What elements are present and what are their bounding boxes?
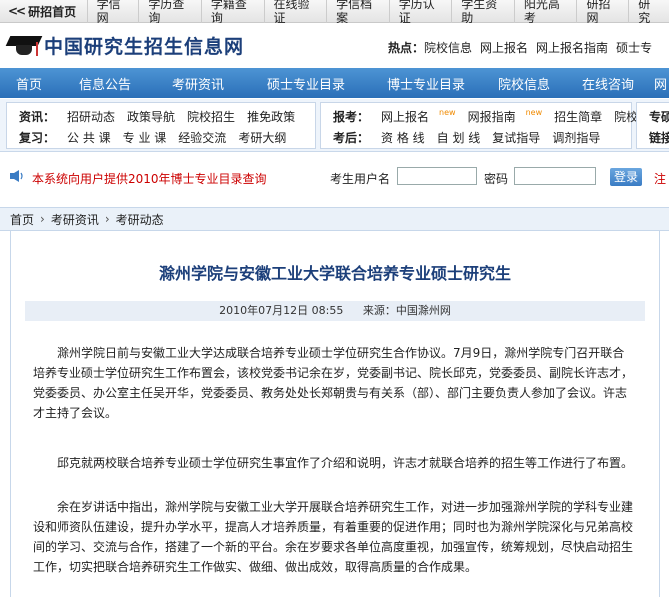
sub-nav-row: 复习： 公 共 课专 业 课经验交流 考研大纲: [19, 129, 298, 146]
top-link-archive[interactable]: 学信档案: [326, 0, 389, 25]
home-link-label: 研招首页: [28, 4, 77, 19]
nav-school-info[interactable]: 院校信息: [484, 74, 564, 93]
hot-link-register-guide[interactable]: 网上报名指南: [536, 41, 608, 55]
top-link-degree-query[interactable]: 学历查询: [138, 0, 201, 25]
sub-link-transfer-guide[interactable]: 调剂指导: [552, 131, 600, 145]
nav-more[interactable]: 网: [652, 74, 669, 93]
top-link-research[interactable]: 研究: [628, 0, 669, 25]
sub-nav-label-news: 资讯：: [19, 110, 56, 124]
site-header: 中国研究生招生信息网 热点：院校信息 网上报名 网上报名指南 硕士专: [0, 23, 669, 68]
sub-link-major-course[interactable]: 专 业 课: [123, 131, 167, 145]
sub-nav-label-links[interactable]: 链接: [649, 131, 669, 145]
breadcrumb: 首页 › 考研资讯 › 考研动态: [0, 207, 669, 231]
login-button[interactable]: 登录: [610, 168, 642, 186]
sub-nav-extra-box: 专硕 链接: [636, 102, 669, 149]
sub-nav-label-after-exam: 考后：: [333, 131, 370, 145]
sub-nav-row: 链接: [649, 129, 669, 146]
hot-links: 热点：院校信息 网上报名 网上报名指南 硕士专: [388, 39, 660, 56]
breadcrumb-exam-news[interactable]: 考研资讯: [51, 211, 99, 228]
sub-link-brochure[interactable]: 招生简章: [554, 110, 602, 124]
hot-link-online-register[interactable]: 网上报名: [480, 41, 528, 55]
breadcrumb-home[interactable]: 首页: [10, 211, 34, 228]
sub-nav-label-apply: 报考：: [333, 110, 370, 124]
article-meta: 2010年07月12日 08:55 来源：中国滁州网: [25, 301, 645, 321]
sub-nav-row: 报考：网上报名new网报指南new招生简章院校政策: [333, 108, 669, 125]
top-link-xuexin[interactable]: 学信网: [86, 0, 139, 25]
sub-link-online-register-label: 网上报名: [381, 110, 430, 124]
username-input[interactable]: [397, 167, 477, 185]
sub-link-experience[interactable]: 经验交流: [178, 131, 226, 145]
username-label: 考生用户名: [330, 172, 391, 186]
notice-link[interactable]: 本系统向用户提供2010年博士专业目录查询: [32, 170, 267, 187]
nav-exam-news[interactable]: 考研资讯: [152, 74, 244, 93]
hot-label: 热点：: [388, 41, 425, 55]
double-chevron-left-icon: <<: [8, 4, 26, 18]
sub-link-recommend-policy[interactable]: 推免政策: [247, 110, 295, 124]
site-logo[interactable]: 中国研究生招生信息网: [5, 32, 245, 60]
sub-nav: 资讯： 招研动态 政策导航 院校招生 推免政策 复习： 公 共 课专 业 课经验交流 考研大…: [0, 99, 669, 152]
sub-nav-label-review: 复习：: [19, 131, 56, 145]
password-label: 密码: [484, 172, 509, 186]
new-badge: new: [525, 108, 543, 117]
graduation-cap-icon: [5, 32, 44, 60]
main-nav: 首页 信息公告 考研资讯 硕士专业目录 博士专业目录 院校信息 在线咨询 网: [0, 68, 669, 98]
top-link-degree-auth[interactable]: 学历认证: [388, 0, 452, 25]
sub-link-policy[interactable]: 政策导航: [127, 110, 175, 124]
top-link-yanzhao[interactable]: 研招网: [576, 0, 628, 25]
nav-online-consult[interactable]: 在线咨询: [564, 74, 652, 93]
sub-link-score-line[interactable]: 资 格 线: [381, 131, 425, 145]
article-paragraph: 邱克就两校联合培养专业硕士学位研究生事宜作了介绍和说明，许志才就联合培养的招生等…: [57, 456, 634, 470]
top-links-bar: << 研招首页 学信网 学历查询 学籍查询 在线验证 学信档案 学历认证 学生资…: [0, 0, 669, 25]
hot-link-master-catalog[interactable]: 硕士专: [616, 41, 652, 55]
nav-master-catalog[interactable]: 硕士专业目录: [244, 74, 368, 93]
article-paragraph: 余在岁讲话中指出，滁州学院与安徽工业大学开展联合培养研究生工作，对进一步加强滁州…: [33, 500, 634, 574]
sub-link-dynamics[interactable]: 招研动态: [67, 110, 115, 124]
article-paragraph: 滁州学院日前与安徽工业大学达成联合培养专业硕士学位研究生合作协议。7月9日，滁州…: [33, 346, 634, 420]
article-title: 滁州学院与安徽工业大学联合培养专业硕士研究生: [158, 264, 511, 283]
sub-link-self-line[interactable]: 自 划 线: [437, 131, 481, 145]
top-links: 学信网 学历查询 学籍查询 在线验证 学信档案 学历认证 学生资助 阳光高考 研…: [86, 0, 669, 25]
sub-link-retest-guide[interactable]: 复试指导: [492, 131, 540, 145]
sub-link-register-guide[interactable]: 网报指南 new: [467, 108, 543, 124]
top-link-online-verify[interactable]: 在线验证: [263, 0, 327, 25]
article-date: 2010年07月12日 08:55: [219, 304, 344, 317]
announcement-speaker-icon: [10, 170, 23, 182]
nav-doctor-catalog[interactable]: 博士专业目录: [368, 74, 484, 93]
register-link[interactable]: 注: [654, 170, 666, 187]
sub-link-public-course[interactable]: 公 共 课: [67, 131, 111, 145]
sub-link-register-guide-label: 网报指南: [467, 110, 516, 124]
login-bar: 本系统向用户提供2010年博士专业目录查询 考生用户名 密码 登录 注: [0, 160, 669, 194]
sub-link-school-admission[interactable]: 院校招生: [187, 110, 235, 124]
hot-link-schools[interactable]: 院校信息: [424, 41, 472, 55]
home-link[interactable]: << 研招首页: [0, 3, 87, 20]
article: 滁州学院与安徽工业大学联合培养专业硕士研究生 2010年07月12日 08:55…: [10, 231, 660, 597]
article-source: 来源：中国滁州网: [362, 304, 451, 317]
sub-nav-apply-box: 报考：网上报名new网报指南new招生简章院校政策 考后：资 格 线自 划 线复…: [320, 102, 662, 149]
chevron-right-icon: ›: [104, 212, 110, 226]
nav-home[interactable]: 首页: [0, 74, 58, 93]
site-title: 中国研究生招生信息网: [44, 36, 245, 58]
sub-nav-row: 考后： 资 格 线自 划 线复试指导 调剂指导: [333, 129, 612, 146]
nav-announcements[interactable]: 信息公告: [58, 74, 152, 93]
sub-nav-row: 专硕: [649, 108, 669, 125]
sub-nav-label-professional[interactable]: 专硕: [649, 110, 669, 124]
sub-link-syllabus[interactable]: 考研大纲: [238, 131, 286, 145]
new-badge: new: [439, 108, 456, 117]
top-link-status-query[interactable]: 学籍查询: [200, 0, 264, 25]
sub-link-online-register[interactable]: 网上报名 new: [381, 108, 456, 124]
sub-nav-row: 资讯： 招研动态 政策导航 院校招生 推免政策: [19, 108, 307, 125]
breadcrumb-exam-dynamics[interactable]: 考研动态: [116, 211, 164, 228]
password-input[interactable]: [514, 167, 596, 185]
chevron-right-icon: ›: [40, 212, 45, 226]
top-link-student-aid[interactable]: 学生资助: [451, 0, 514, 25]
top-link-gaokao[interactable]: 阳光高考: [513, 0, 577, 25]
sub-nav-news-box: 资讯： 招研动态 政策导航 院校招生 推免政策 复习： 公 共 课专 业 课经验交流 考研大…: [6, 102, 316, 149]
